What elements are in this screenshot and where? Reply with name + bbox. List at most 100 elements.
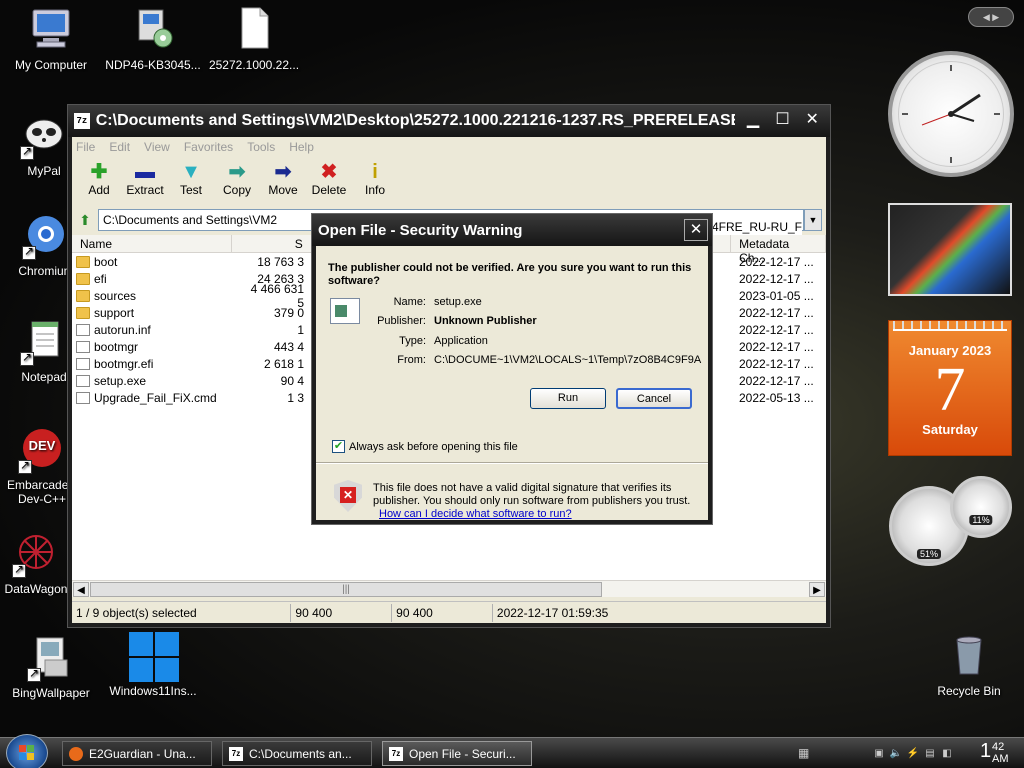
- toolbar-label: Copy: [222, 183, 251, 197]
- checkmark-icon: ✔: [332, 440, 345, 453]
- minimize-button[interactable]: ▁: [741, 110, 765, 132]
- toolbar-label: Info: [364, 183, 385, 197]
- file-modified: 2022-05-13 ...: [739, 390, 814, 405]
- dialog-close-button[interactable]: ✕: [684, 219, 708, 241]
- scroll-left-icon[interactable]: ◀: [73, 582, 89, 597]
- shortcut-arrow-icon: [20, 350, 34, 366]
- desktop-icon-bingwallpaper[interactable]: BingWallpaper: [1, 634, 101, 700]
- desktop-icon-iso-file[interactable]: 25272.1000.22...: [204, 6, 304, 72]
- status-bar: 1 / 9 object(s) selected 90 400 90 400 2…: [72, 601, 826, 623]
- address-dropdown-button[interactable]: ▼: [804, 209, 822, 231]
- taskbar-item-file-manager[interactable]: 7z C:\Documents an...: [222, 741, 372, 766]
- clock-hour: 1: [980, 740, 992, 762]
- 7zip-icon: 7z: [389, 746, 403, 761]
- taskbar-item-security-warning[interactable]: 7z Open File - Securi...: [382, 741, 532, 766]
- desktop-icon-ndp46[interactable]: NDP46-KB3045...: [103, 6, 203, 72]
- computer-icon: [27, 6, 75, 54]
- menu-favorites[interactable]: Favorites: [184, 140, 233, 154]
- file-name-cell: bootmgr: [72, 340, 242, 354]
- memory-percent: 11%: [969, 515, 993, 525]
- folder-icon: [76, 255, 90, 268]
- 7zip-icon: 7z: [229, 746, 243, 761]
- action-center-icon[interactable]: ◧: [940, 747, 954, 761]
- dialog-divider: [316, 462, 708, 464]
- horizontal-scrollbar[interactable]: ◀ ||| ▶: [72, 580, 826, 597]
- scroll-thumb[interactable]: |||: [90, 582, 602, 597]
- file-modified: 2022-12-17 ...: [739, 305, 814, 320]
- info-button[interactable]: i Info: [352, 157, 398, 207]
- file-size: 443 4: [273, 339, 304, 354]
- field-from: From: C:\DOCUME~1\VM2\LOCALS~1\Temp\7zO8B…: [397, 354, 702, 366]
- file-icon: [76, 391, 90, 404]
- delete-button[interactable]: ✖ Delete: [306, 157, 352, 207]
- desktop-icon-label: Recycle Bin: [937, 684, 1001, 698]
- scroll-right-icon[interactable]: ▶: [809, 582, 825, 597]
- safely-remove-icon[interactable]: ⚡: [906, 747, 920, 761]
- start-button[interactable]: [6, 734, 48, 768]
- sidebar-nav-arrows[interactable]: ◀ ▶: [968, 7, 1014, 27]
- maximize-button[interactable]: ☐: [771, 110, 795, 132]
- menu-help[interactable]: Help: [289, 140, 314, 154]
- move-button[interactable]: ➡ Move: [260, 157, 306, 207]
- menu-tools[interactable]: Tools: [247, 140, 275, 154]
- taskbar-item-label: C:\Documents an...: [249, 746, 352, 761]
- file-name-cell: efi: [72, 272, 242, 286]
- folder-icon: [76, 289, 90, 302]
- close-button[interactable]: ✕: [800, 110, 824, 132]
- address-text: C:\Documents and Settings\VM2: [103, 213, 278, 227]
- cpu-percent: 51%: [916, 549, 942, 559]
- copy-icon: ➡: [228, 161, 246, 183]
- up-folder-icon[interactable]: ⬆: [76, 211, 94, 229]
- test-button[interactable]: ▼ Test: [168, 157, 214, 207]
- menu-view[interactable]: View: [144, 140, 170, 154]
- column-size[interactable]: S: [232, 235, 312, 252]
- file-manager-titlebar[interactable]: 7z C:\Documents and Settings\VM2\Desktop…: [68, 105, 830, 137]
- field-name: Name: setup.exe: [393, 296, 482, 308]
- file-modified: 2022-12-17 ...: [739, 339, 814, 354]
- menu-file[interactable]: File: [76, 140, 95, 154]
- test-icon: ▼: [181, 161, 201, 183]
- system-tray: ▣ 🔈 ⚡ ▤ ◧: [872, 741, 954, 766]
- desktop-icon-label: 25272.1000.22...: [208, 58, 300, 72]
- mypal-icon: [20, 112, 68, 160]
- status-packed: 90 400: [392, 603, 493, 622]
- file-name: bootmgr: [94, 339, 139, 354]
- file-name: boot: [94, 254, 118, 269]
- security-warning-dialog: Open File - Security Warning ✕ The publi…: [311, 213, 713, 525]
- taskbar-item-e2guardian[interactable]: E2Guardian - Una...: [62, 741, 212, 766]
- file-name: autorun.inf: [94, 322, 151, 337]
- toolbar-label: Move: [268, 183, 298, 197]
- dialog-titlebar[interactable]: Open File - Security Warning ✕: [312, 214, 712, 246]
- display-icon[interactable]: ▤: [923, 747, 937, 761]
- extract-button[interactable]: ▬ Extract: [122, 157, 168, 207]
- column-metadata[interactable]: Metadata Ch...: [730, 235, 826, 265]
- taskbar-clock[interactable]: 1 42 AM: [980, 738, 1009, 765]
- calendar-weekday: Saturday: [922, 422, 978, 437]
- network-icon[interactable]: ▣: [872, 747, 886, 761]
- run-button[interactable]: Run: [530, 388, 606, 409]
- extract-icon: ▬: [135, 161, 155, 183]
- file-modified: 2022-12-17 ...: [739, 322, 814, 337]
- file-icon: [230, 6, 278, 54]
- shield-warning-icon: [334, 480, 362, 512]
- dialog-title: Open File - Security Warning: [318, 221, 523, 239]
- menu-edit[interactable]: Edit: [109, 140, 130, 154]
- always-ask-checkbox[interactable]: ✔ Always ask before opening this file: [332, 440, 518, 453]
- memory-meter-gadget: 11%: [950, 476, 1012, 538]
- clock-ampm: AM: [992, 753, 1009, 765]
- desktop-icon-recycle-bin[interactable]: Recycle Bin: [919, 632, 1019, 698]
- calendar-gadget: January 2023 7 Saturday: [888, 320, 1012, 456]
- help-link[interactable]: How can I decide what software to run?: [379, 508, 572, 520]
- toolbar: ✚ Add ▬ Extract ▼ Test ➡ Copy ➡ Move ✖ Delete …: [72, 157, 826, 207]
- desktop-icon-my-computer[interactable]: My Computer: [1, 6, 101, 72]
- volume-icon[interactable]: 🔈: [889, 747, 903, 761]
- file-name: bootmgr.efi: [94, 356, 154, 371]
- desktop-icon-label: NDP46-KB3045...: [105, 58, 201, 72]
- desktop-icon-windows11[interactable]: Windows11Ins...: [103, 632, 203, 698]
- column-name[interactable]: Name: [72, 235, 232, 252]
- add-button[interactable]: ✚ Add: [76, 157, 122, 207]
- field-value: setup.exe: [434, 296, 482, 308]
- copy-button[interactable]: ➡ Copy: [214, 157, 260, 207]
- keyboard-icon[interactable]: ▦: [798, 746, 809, 760]
- cancel-button[interactable]: Cancel: [616, 388, 692, 409]
